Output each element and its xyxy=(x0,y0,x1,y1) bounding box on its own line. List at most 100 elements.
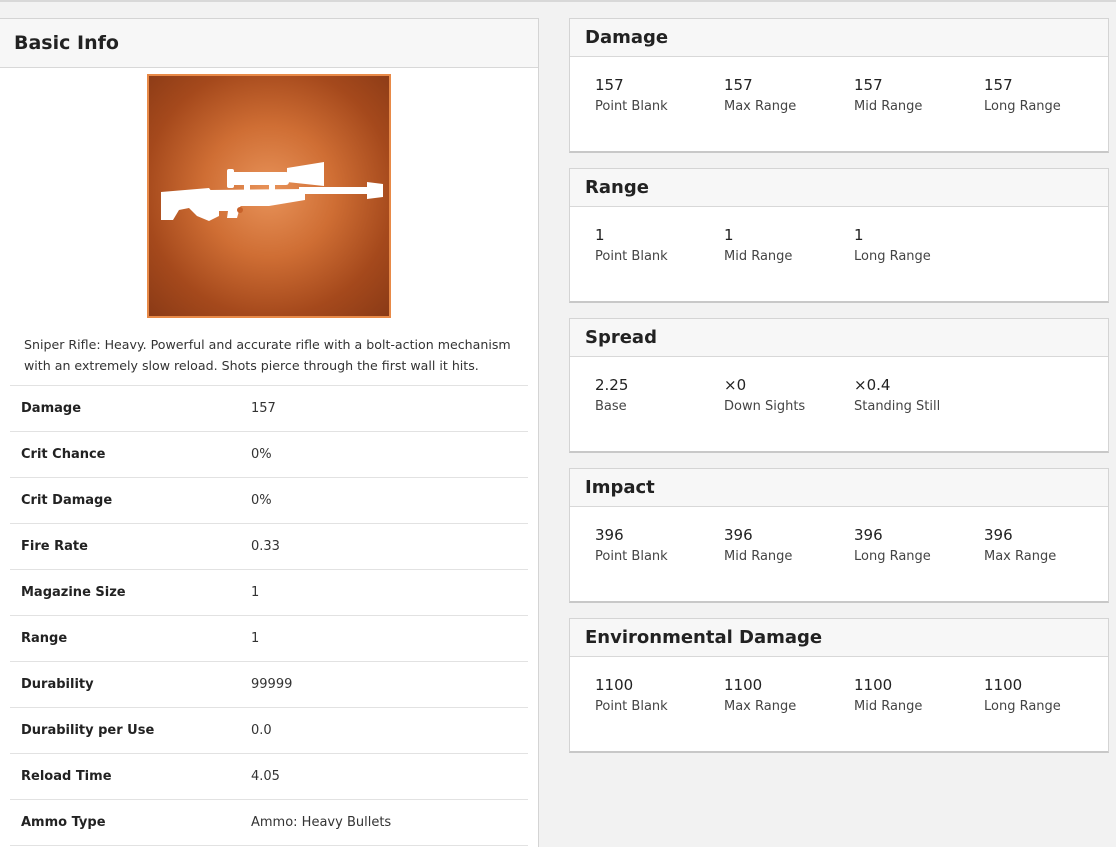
metric: 1100 Max Range xyxy=(724,676,849,716)
metric: 157 Max Range xyxy=(724,76,849,116)
metric-value: ×0.4 xyxy=(854,376,891,394)
metric: 396 Long Range xyxy=(854,526,979,566)
metric: 1 Mid Range xyxy=(724,226,849,266)
metric-label: Point Blank xyxy=(595,99,668,114)
metric-value: 396 xyxy=(595,526,624,544)
metric-value: 157 xyxy=(854,76,883,94)
damage-card: Damage 157 Point Blank 157 Max Range 157… xyxy=(569,18,1109,153)
metric-value: 1100 xyxy=(854,676,893,694)
stat-label: Fire Rate xyxy=(21,539,88,554)
metric-label: Max Range xyxy=(724,699,797,714)
metric-label: Mid Range xyxy=(724,549,793,564)
spread-card: Spread 2.25 Base ×0 Down Sights ×0.4 Sta… xyxy=(569,318,1109,453)
metric-value: 396 xyxy=(724,526,753,544)
card-title: Impact xyxy=(570,469,1108,507)
stat-row-reload-time: Reload Time 4.05 xyxy=(10,754,528,800)
metric: 1 Long Range xyxy=(854,226,979,266)
metric-label: Down Sights xyxy=(724,399,806,414)
metric-value: 1100 xyxy=(984,676,1023,694)
metric-label: Mid Range xyxy=(724,249,793,264)
metric: 1100 Long Range xyxy=(984,676,1109,716)
metric-value: 157 xyxy=(595,76,624,94)
metric-label: Base xyxy=(595,399,627,414)
metric-label: Point Blank xyxy=(595,699,668,714)
stat-label: Crit Chance xyxy=(21,447,106,462)
metric-value: 157 xyxy=(984,76,1013,94)
metric-label: Long Range xyxy=(854,549,931,564)
stat-value: 0.33 xyxy=(251,539,280,554)
stat-value: 0% xyxy=(251,447,272,462)
metric-value: 1100 xyxy=(724,676,763,694)
card-title: Damage xyxy=(570,19,1108,57)
metric: ×0.4 Standing Still xyxy=(854,376,979,416)
stat-value: 157 xyxy=(251,401,276,416)
stat-row-durability: Durability 99999 xyxy=(10,662,528,708)
metric: 157 Point Blank xyxy=(595,76,720,116)
stat-row-crit-damage: Crit Damage 0% xyxy=(10,478,528,524)
metric: 396 Mid Range xyxy=(724,526,849,566)
stat-value: 1 xyxy=(251,631,260,646)
stat-label: Reload Time xyxy=(21,769,112,784)
card-title: Spread xyxy=(570,319,1108,357)
basic-info-title: Basic Info xyxy=(0,19,538,68)
stat-row-fire-rate: Fire Rate 0.33 xyxy=(10,524,528,570)
metric: 1100 Mid Range xyxy=(854,676,979,716)
range-card: Range 1 Point Blank 1 Mid Range 1 Long R… xyxy=(569,168,1109,303)
stat-row-crit-chance: Crit Chance 0% xyxy=(10,432,528,478)
metric-label: Max Range xyxy=(724,99,797,114)
stat-row-damage: Damage 157 xyxy=(10,386,528,432)
card-title: Environmental Damage xyxy=(570,619,1108,657)
metric-value: 1100 xyxy=(595,676,634,694)
metric-value: 2.25 xyxy=(595,376,629,394)
metric-value: ×0 xyxy=(724,376,747,394)
stat-value: 0% xyxy=(251,493,272,508)
metric-label: Max Range xyxy=(984,549,1057,564)
stats-table: Damage 157 Crit Chance 0% Crit Damage 0%… xyxy=(10,385,528,846)
metric-label: Long Range xyxy=(984,99,1061,114)
metric-value: 396 xyxy=(984,526,1013,544)
weapon-description: Sniper Rifle: Heavy. Powerful and accura… xyxy=(24,337,511,373)
metric-value: 396 xyxy=(854,526,883,544)
card-title: Range xyxy=(570,169,1108,207)
metric-label: Point Blank xyxy=(595,549,668,564)
metric: ×0 Down Sights xyxy=(724,376,849,416)
metric-label: Point Blank xyxy=(595,249,668,264)
metric: 2.25 Base xyxy=(595,376,720,416)
metric: 1 Point Blank xyxy=(595,226,720,266)
stat-row-ammo-type: Ammo Type Ammo: Heavy Bullets xyxy=(10,800,528,846)
metric-label: Long Range xyxy=(854,249,931,264)
stat-label: Durability xyxy=(21,677,94,692)
stat-label: Damage xyxy=(21,401,82,416)
metric-label: Mid Range xyxy=(854,99,923,114)
sniper-rifle-icon xyxy=(161,162,383,221)
metric: 157 Mid Range xyxy=(854,76,979,116)
stat-value: 99999 xyxy=(251,677,293,692)
stat-label: Magazine Size xyxy=(21,585,126,600)
metric: 157 Long Range xyxy=(984,76,1109,116)
metric-value: 1 xyxy=(854,226,864,244)
stat-value: 1 xyxy=(251,585,260,600)
metric-value: 1 xyxy=(595,226,605,244)
stat-row-magazine-size: Magazine Size 1 xyxy=(10,570,528,616)
environmental-damage-card: Environmental Damage 1100 Point Blank 11… xyxy=(569,618,1109,753)
metric: 396 Max Range xyxy=(984,526,1109,566)
stat-value: 4.05 xyxy=(251,769,280,784)
weapon-image xyxy=(147,74,391,318)
metric-label: Long Range xyxy=(984,699,1061,714)
stat-label: Range xyxy=(21,631,68,646)
metric-value: 157 xyxy=(724,76,753,94)
stat-label: Ammo Type xyxy=(21,815,106,830)
stat-value: Ammo: Heavy Bullets xyxy=(251,815,392,830)
metric: 396 Point Blank xyxy=(595,526,720,566)
basic-info-panel: Basic Info Sniper Rifle: Heavy. Powerful… xyxy=(0,18,539,847)
stat-value: 0.0 xyxy=(251,723,272,738)
impact-card: Impact 396 Point Blank 396 Mid Range 396… xyxy=(569,468,1109,603)
stat-row-durability-per-use: Durability per Use 0.0 xyxy=(10,708,528,754)
metric-value: 1 xyxy=(724,226,734,244)
stat-label: Crit Damage xyxy=(21,493,113,508)
stat-label: Durability per Use xyxy=(21,723,155,738)
metric: 1100 Point Blank xyxy=(595,676,720,716)
metric-label: Standing Still xyxy=(854,399,941,414)
stat-row-range: Range 1 xyxy=(10,616,528,662)
metric-label: Mid Range xyxy=(854,699,923,714)
